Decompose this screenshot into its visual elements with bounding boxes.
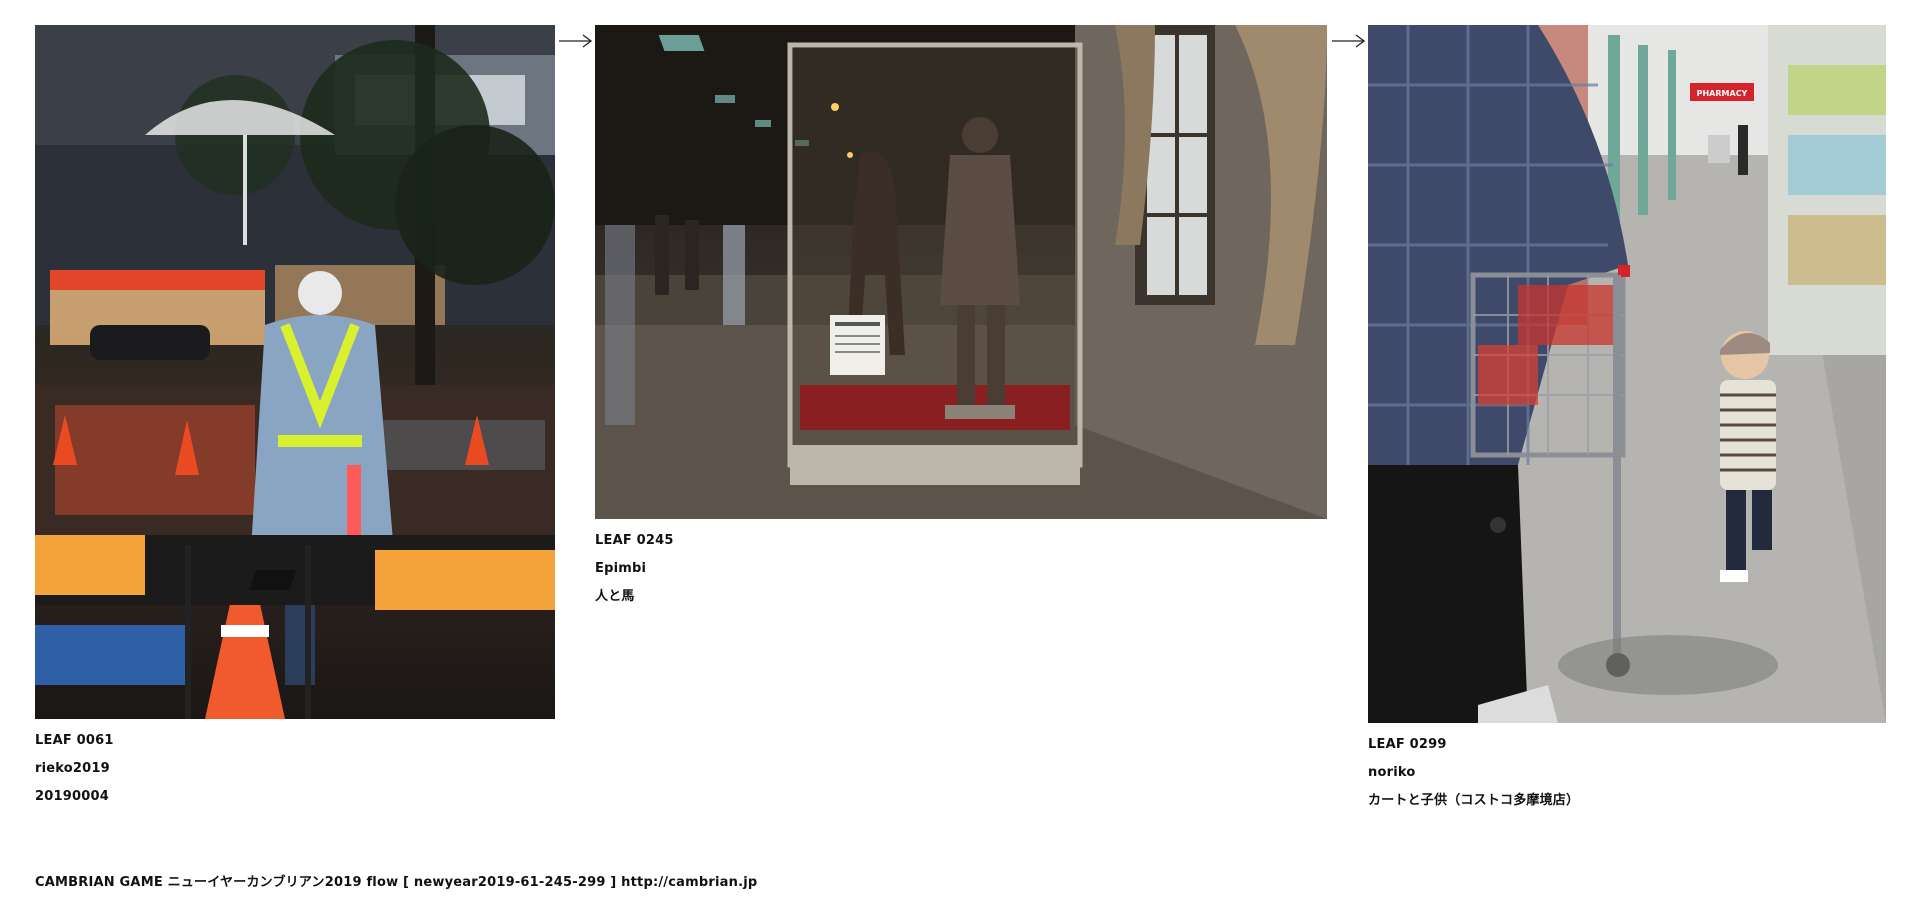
page: LEAF 0061 rieko2019 20190004 LEAF 0245 E… [0,0,1919,904]
leaf-photo-0299[interactable]: PHARMACY [1368,25,1886,723]
leaf-author[interactable]: Epimbi [595,555,1327,583]
museum-statue-horse-photo [595,25,1327,519]
leaf-id: LEAF 0061 [35,733,114,748]
footer-credit: CAMBRIAN GAME ニューイヤーカンブリアン2019 flow [ ne… [35,875,758,890]
leaf-photo-0061[interactable] [35,25,555,719]
leaf-author[interactable]: rieko2019 [35,755,555,783]
leaf-caption: LEAF 0061 rieko2019 20190004 [35,727,555,811]
costco-cart-child-photo: PHARMACY [1368,25,1886,723]
leaf-title: 20190004 [35,789,109,804]
leaf-title: 人と馬 [595,589,635,604]
leaf-title: カートと子供（コストコ多摩境店） [1368,793,1580,808]
leaf-id: LEAF 0245 [595,533,674,548]
leaf-id: LEAF 0299 [1368,737,1447,752]
leaf-card-0245: LEAF 0245 Epimbi 人と馬 [595,25,1327,611]
leaf-caption: LEAF 0299 noriko カートと子供（コストコ多摩境店） [1368,731,1886,815]
arrow-right-icon [1332,34,1366,48]
store-sign: PHARMACY [1697,89,1748,98]
rainy-night-street-worker-photo [35,25,555,719]
leaf-caption: LEAF 0245 Epimbi 人と馬 [595,527,1327,611]
leaf-photo-0245[interactable] [595,25,1327,519]
leaf-card-0299: PHARMACY LEAF 0299 noriko カートと子供（コストコ多摩境… [1368,25,1886,815]
arrow-right-icon [559,34,593,48]
leaf-card-0061: LEAF 0061 rieko2019 20190004 [35,25,555,811]
leaf-author[interactable]: noriko [1368,759,1886,787]
